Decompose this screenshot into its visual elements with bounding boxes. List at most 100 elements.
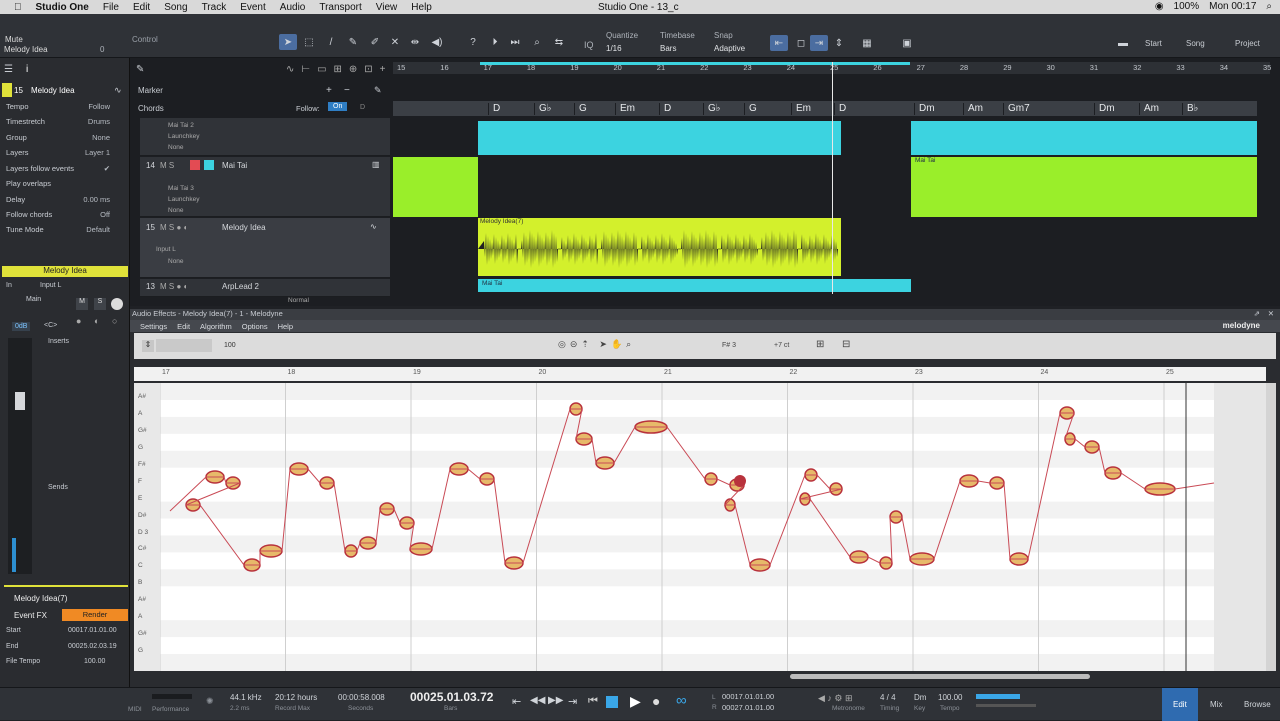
close-icon[interactable]: ✕ bbox=[1268, 309, 1274, 318]
chord-1[interactable]: G♭ bbox=[534, 103, 552, 115]
tool-wrench-icon[interactable]: ✎ bbox=[136, 64, 144, 75]
edit-tab-label[interactable]: Edit bbox=[1173, 700, 1187, 709]
autoscroll-icon[interactable]: ⏵ bbox=[486, 34, 504, 50]
power-icon[interactable]: ○ bbox=[112, 316, 117, 326]
track-header-maitai2[interactable]: Mai Tai 2 Launchkey None bbox=[140, 118, 390, 156]
clip-maitai-b[interactable]: Mai Tai bbox=[911, 157, 1257, 217]
time-signature[interactable]: 4 / 4 bbox=[880, 693, 896, 702]
ruler-bar-33[interactable]: 33 bbox=[1176, 63, 1184, 72]
ruler-bar-27[interactable]: 27 bbox=[917, 63, 925, 72]
menu-file[interactable]: File bbox=[103, 2, 119, 13]
inspector-row-layers-follow[interactable]: Layers follow events ✔ bbox=[6, 164, 126, 176]
menu-view[interactable]: View bbox=[376, 2, 398, 13]
chord-2[interactable]: G bbox=[574, 103, 587, 115]
chord-9[interactable]: Dm bbox=[914, 103, 935, 115]
inspector-row-play-overlaps[interactable]: Play overlaps bbox=[6, 179, 126, 191]
piano-key-13[interactable]: A bbox=[138, 613, 142, 620]
play-button[interactable]: ▶ bbox=[630, 693, 641, 710]
event-fx-label[interactable]: Event FX bbox=[14, 611, 47, 620]
piano-key-3[interactable]: G bbox=[138, 444, 143, 451]
record-button[interactable]: ● bbox=[652, 693, 660, 709]
track14-name[interactable]: Mai Tai bbox=[222, 161, 247, 170]
track13-mode[interactable]: Normal bbox=[288, 297, 309, 304]
menu-track[interactable]: Track bbox=[202, 2, 227, 13]
iq-button[interactable]: IQ bbox=[584, 40, 594, 50]
track14-record-button[interactable] bbox=[190, 160, 200, 170]
melodyne-ruler[interactable]: 17 18 19 20 21 22 23 24 25 bbox=[134, 367, 1266, 381]
mel-blank-field[interactable] bbox=[156, 339, 212, 352]
start-value[interactable]: 00017.01.01.00 bbox=[68, 627, 117, 634]
channel-fader-track[interactable] bbox=[8, 338, 32, 574]
input-select[interactable]: Input L bbox=[40, 282, 61, 289]
chord-12[interactable]: Dm bbox=[1094, 103, 1115, 115]
piano-key-5[interactable]: F bbox=[138, 478, 142, 485]
split-tool-icon[interactable]: / bbox=[322, 34, 340, 50]
range-tool-icon[interactable]: ⬚ bbox=[300, 34, 318, 50]
forward-end-icon[interactable]: ⇥ bbox=[568, 695, 577, 708]
ruler-bar-34[interactable]: 34 bbox=[1220, 63, 1228, 72]
chord-14[interactable]: B♭ bbox=[1182, 103, 1198, 115]
ripple-icon[interactable]: ⇕ bbox=[830, 35, 848, 51]
inspector-row-timestretch[interactable]: Timestretch Drums bbox=[6, 117, 126, 129]
chord-11[interactable]: Gm7 bbox=[1003, 103, 1030, 115]
menu-audio[interactable]: Audio bbox=[280, 2, 306, 13]
metronome-label[interactable]: Metronome bbox=[832, 705, 865, 712]
mel-ruler-bar-20[interactable]: 20 bbox=[539, 369, 547, 376]
ruler-bar-31[interactable]: 31 bbox=[1090, 63, 1098, 72]
track-header-maitai[interactable]: 14 M S Mai Tai ▥ Mai Tai 3 Launchkey Non… bbox=[140, 157, 390, 217]
solo-button[interactable]: S bbox=[94, 298, 106, 310]
main-output-label[interactable]: Main bbox=[26, 296, 41, 303]
grid-view-icon[interactable]: ▦ bbox=[858, 35, 876, 51]
drawer-icon[interactable]: ▬ bbox=[1114, 35, 1132, 51]
mute-tool-icon[interactable]: ✕ bbox=[386, 34, 404, 50]
mel-pin-icon[interactable]: ⇕ bbox=[142, 340, 154, 352]
info-icon[interactable]: i bbox=[26, 64, 28, 75]
volume-readout[interactable]: 0dB bbox=[12, 322, 31, 331]
help-icon[interactable]: ? bbox=[464, 34, 482, 50]
menu-event[interactable]: Event bbox=[240, 2, 266, 13]
seconds-counter[interactable]: 00:00:58.008 bbox=[338, 693, 385, 702]
mix-tab[interactable]: Mix bbox=[1210, 700, 1222, 709]
melodyne-note-editor[interactable] bbox=[160, 383, 1266, 671]
mel-ruler-bar-18[interactable]: 18 bbox=[288, 369, 296, 376]
inspector-row-group[interactable]: Group None bbox=[6, 133, 126, 145]
mel-horizontal-scrollbar[interactable] bbox=[790, 674, 1090, 679]
track-header-melody[interactable]: 15 M S ● ◐ Melody Idea ∿ Input L None bbox=[140, 218, 390, 278]
eraser-tool-icon[interactable]: ✎ bbox=[344, 34, 362, 50]
wifi-icon[interactable]: ◉ bbox=[1155, 1, 1164, 12]
chord-track-label[interactable]: Chords bbox=[138, 104, 164, 113]
track13-name[interactable]: ArpLead 2 bbox=[222, 282, 259, 291]
piano-key-0[interactable]: A# bbox=[138, 393, 146, 400]
file-tempo-value[interactable]: 100.00 bbox=[84, 658, 105, 665]
render-button[interactable]: Render bbox=[62, 609, 128, 621]
marker-edit-icon[interactable]: ✎ bbox=[374, 85, 382, 96]
performance-label[interactable]: Performance bbox=[152, 706, 189, 713]
inspector-track-name[interactable]: Melody Idea bbox=[31, 86, 75, 95]
clip-maitai2[interactable] bbox=[478, 121, 841, 155]
start-button[interactable]: Start bbox=[1145, 39, 1162, 48]
mel-menu-edit[interactable]: Edit bbox=[177, 322, 190, 331]
piano-keys[interactable]: A# A G# G F# F E D# D 3 C# C B A# A G# G bbox=[134, 383, 160, 671]
lock-icon[interactable]: ▣ bbox=[898, 35, 916, 51]
clip-melody-idea[interactable]: Melody Idea(7) bbox=[478, 218, 841, 276]
monitor-icon[interactable]: ◐ bbox=[94, 316, 99, 326]
track13-msr-buttons[interactable]: M S ● ◐ bbox=[160, 282, 188, 291]
mel-zoom-value[interactable]: 100 bbox=[224, 342, 236, 349]
control-label[interactable]: Control bbox=[132, 35, 158, 44]
listen-tool-icon[interactable]: ◀) bbox=[428, 34, 446, 50]
ruler-bar-29[interactable]: 29 bbox=[1003, 63, 1011, 72]
bend-tool-icon[interactable]: ⇹ bbox=[406, 34, 424, 50]
mel-menu-help[interactable]: Help bbox=[278, 322, 293, 331]
rewind-start-icon[interactable]: ⇤ bbox=[512, 695, 521, 708]
mel-ruler-bar-24[interactable]: 24 bbox=[1041, 369, 1049, 376]
mel-menu-settings[interactable]: Settings bbox=[140, 322, 167, 331]
snap-select[interactable]: Adaptive bbox=[714, 44, 745, 53]
apple-icon[interactable]:  bbox=[14, 2, 22, 13]
ruler-bar-28[interactable]: 28 bbox=[960, 63, 968, 72]
main-volume-slider[interactable] bbox=[976, 704, 1036, 707]
ruler-bar-35[interactable]: 35 bbox=[1263, 63, 1271, 72]
mel-ruler-bar-25[interactable]: 25 bbox=[1166, 369, 1174, 376]
clock[interactable]: Mon 00:17 bbox=[1209, 1, 1256, 12]
mel-macro-icon[interactable]: ⊟ bbox=[842, 339, 850, 350]
metronome-icons[interactable]: ◀ ♪ ⚙ ⊞ bbox=[818, 693, 853, 704]
